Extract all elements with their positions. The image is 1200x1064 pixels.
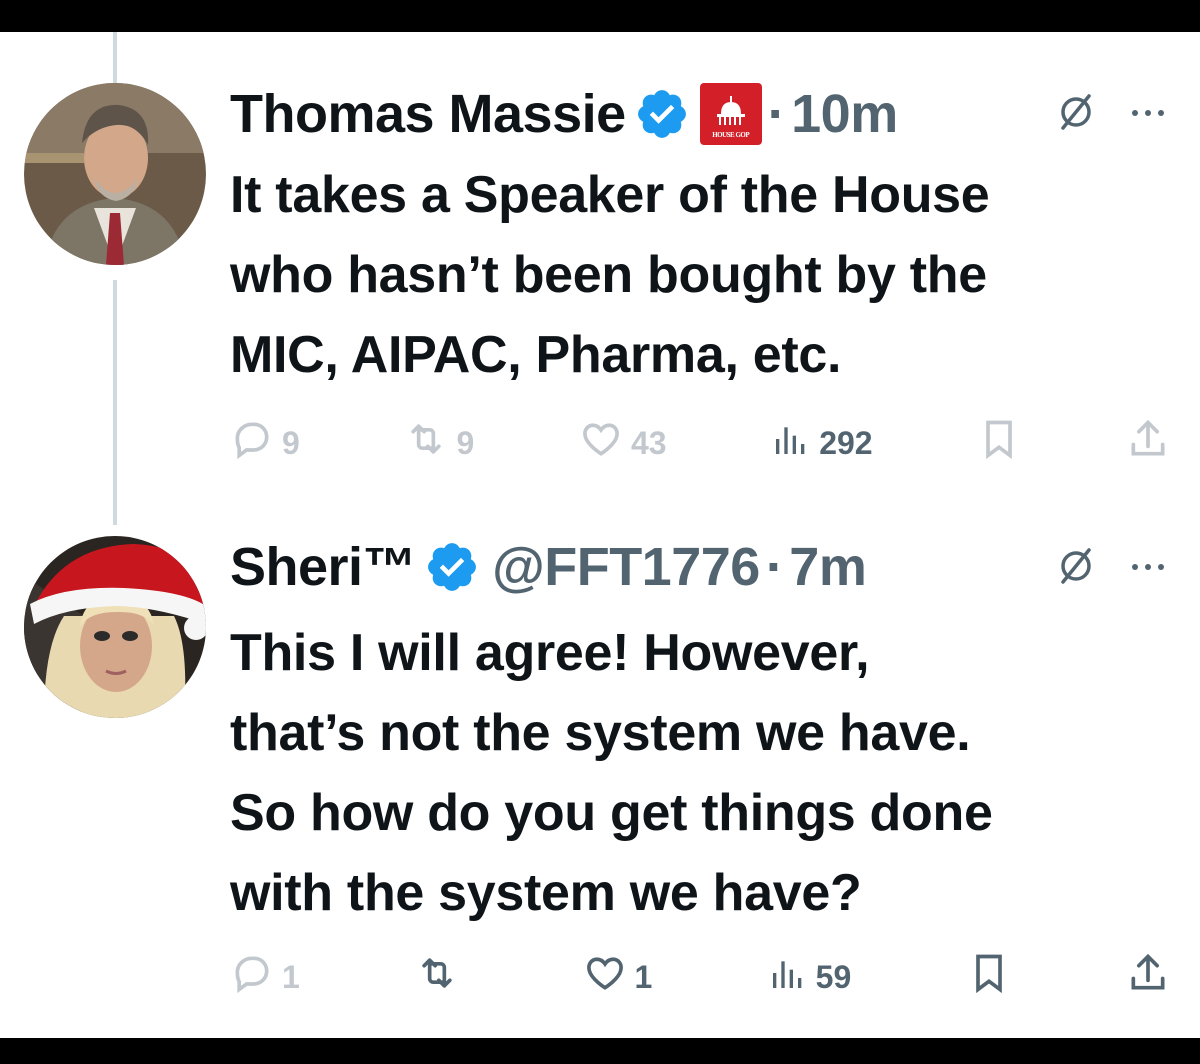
repost-button[interactable]: 9 xyxy=(404,417,474,469)
separator-dot: · xyxy=(765,537,784,597)
bottom-black-bar xyxy=(0,1038,1200,1064)
bookmark-icon xyxy=(977,417,1021,469)
more-dots-icon[interactable] xyxy=(1130,106,1166,124)
bookmark-icon xyxy=(967,951,1011,1003)
more-dots-icon[interactable] xyxy=(1130,560,1166,578)
like-button[interactable]: 1 xyxy=(583,951,653,1003)
reply-button[interactable]: 1 xyxy=(230,951,300,1003)
grok-slash-icon[interactable] xyxy=(1056,92,1096,137)
reply-count: 1 xyxy=(282,959,300,995)
like-count: 43 xyxy=(630,425,667,461)
affiliation-badge-text: HOUSE GOP xyxy=(712,131,750,139)
like-button[interactable]: 43 xyxy=(579,417,667,469)
share-button[interactable] xyxy=(1126,951,1170,1003)
affiliation-badge-icon[interactable]: HOUSE GOP xyxy=(699,83,762,145)
views-bar-icon xyxy=(771,419,811,467)
bookmark-button[interactable] xyxy=(977,417,1021,469)
tweet-time[interactable]: 10m xyxy=(791,83,898,145)
share-icon xyxy=(1126,951,1170,1003)
tweet-time[interactable]: 7m xyxy=(789,536,867,598)
tweet-text: This I will agree! However, that’s not t… xyxy=(230,624,993,922)
thread-line-connector xyxy=(113,280,117,525)
tweet-header: Sheri™ @FFT1776 · 7m xyxy=(230,535,867,599)
top-black-bar xyxy=(0,0,1200,32)
repost-button[interactable] xyxy=(415,951,467,1003)
heart-icon xyxy=(579,417,623,469)
tweet-top-icons xyxy=(1056,92,1166,137)
share-icon xyxy=(1126,417,1170,469)
avatar[interactable] xyxy=(24,536,206,718)
author-name[interactable]: Sheri™ xyxy=(230,536,417,598)
views-count: 292 xyxy=(819,425,873,461)
views-count: 59 xyxy=(815,959,852,995)
repost-icon xyxy=(415,951,459,1003)
like-count: 1 xyxy=(634,959,653,995)
avatar-image xyxy=(24,536,206,718)
views-button[interactable]: 292 xyxy=(771,419,873,467)
tweet-top-icons xyxy=(1056,546,1166,591)
tweet-actions: 9 9 43 292 xyxy=(230,418,1170,468)
separator-dot: · xyxy=(767,84,786,144)
author-handle[interactable]: @FFT1776 xyxy=(492,536,760,598)
tweet-actions: 1 1 59 xyxy=(230,952,1170,1002)
verified-badge-icon[interactable] xyxy=(634,86,690,142)
avatar[interactable] xyxy=(24,83,206,265)
views-button[interactable]: 59 xyxy=(768,953,852,1001)
avatar-image xyxy=(24,83,206,265)
reply-icon xyxy=(230,417,274,469)
repost-count: 9 xyxy=(456,425,475,461)
reply-button[interactable]: 9 xyxy=(230,417,300,469)
grok-slash-icon[interactable] xyxy=(1056,546,1096,591)
reply-icon xyxy=(230,951,274,1003)
verified-badge-icon[interactable] xyxy=(424,539,480,595)
tweet-header: Thomas Massie HOUSE GOP · 10m xyxy=(230,82,898,146)
author-name[interactable]: Thomas Massie xyxy=(230,83,626,145)
reply-count: 9 xyxy=(282,425,300,461)
repost-icon xyxy=(404,417,448,469)
share-button[interactable] xyxy=(1126,417,1170,469)
tweet-text: It takes a Speaker of the House who hasn… xyxy=(230,166,990,384)
heart-icon xyxy=(583,951,627,1003)
views-bar-icon xyxy=(768,953,808,1001)
bookmark-button[interactable] xyxy=(967,951,1011,1003)
